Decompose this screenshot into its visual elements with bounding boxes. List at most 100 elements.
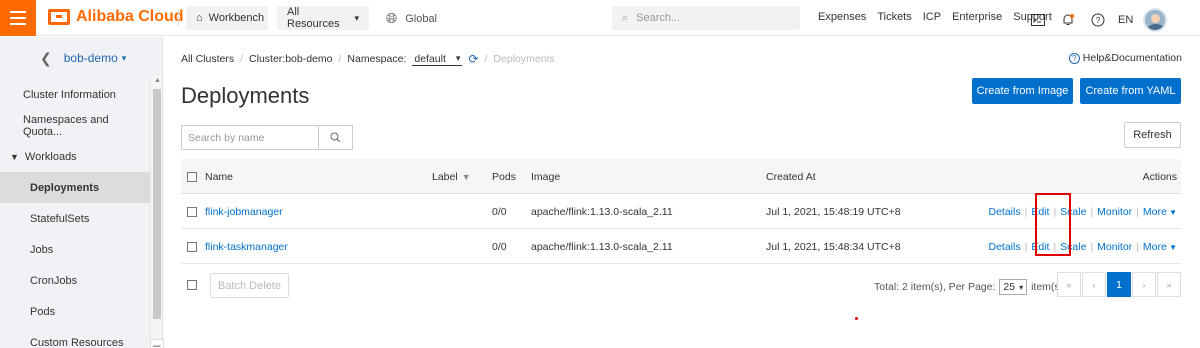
column-created-at: Created At bbox=[766, 170, 816, 183]
page-button-current[interactable]: 1 bbox=[1107, 272, 1131, 297]
scrollbar-thumb[interactable] bbox=[153, 89, 161, 319]
search-button[interactable] bbox=[318, 126, 352, 149]
create-from-image-button[interactable]: Create from Image bbox=[972, 78, 1073, 104]
deployment-name-link[interactable]: flink-jobmanager bbox=[205, 194, 283, 229]
column-label[interactable]: Label ▼ bbox=[432, 159, 471, 194]
details-link[interactable]: Details bbox=[989, 206, 1021, 218]
cluster-selector[interactable]: bob-demo ▾ bbox=[64, 51, 127, 65]
details-link[interactable]: Details bbox=[989, 241, 1021, 253]
menu-icon[interactable] bbox=[0, 0, 36, 36]
sidebar-item-custom-resources[interactable]: Custom Resources bbox=[0, 327, 150, 348]
image-name: apache/flink:1.13.0-scala_2.11 bbox=[531, 240, 673, 253]
sidebar-item-pods[interactable]: Pods bbox=[0, 296, 150, 327]
divider: | bbox=[1090, 205, 1094, 218]
create-from-yaml-button[interactable]: Create from YAML bbox=[1080, 78, 1181, 104]
sidebar-item-label: Pods bbox=[30, 305, 56, 318]
cursor-marker bbox=[855, 317, 858, 320]
language-selector[interactable]: EN bbox=[1118, 14, 1133, 26]
sidebar-item-statefulsets[interactable]: StatefulSets bbox=[0, 203, 150, 234]
last-page-button[interactable]: » bbox=[1157, 272, 1181, 297]
alibaba-cloud-logo[interactable]: Alibaba Cloud bbox=[48, 8, 184, 26]
checkbox[interactable] bbox=[187, 206, 197, 217]
sidebar-item-jobs[interactable]: Jobs bbox=[0, 234, 150, 265]
refresh-icon[interactable]: ⟳ bbox=[468, 52, 478, 66]
notification-bell-icon[interactable] bbox=[1058, 10, 1078, 30]
scroll-up-icon[interactable]: ▲ bbox=[154, 77, 161, 84]
per-page-select[interactable]: 25 ▾ bbox=[999, 279, 1028, 295]
filter-icon[interactable]: ▼ bbox=[462, 172, 471, 182]
divider: | bbox=[1090, 240, 1094, 253]
column-actions: Actions bbox=[1142, 170, 1177, 183]
brand-name: Alibaba Cloud bbox=[76, 8, 184, 25]
checkbox[interactable] bbox=[187, 241, 197, 252]
per-page-value: 25 bbox=[1003, 281, 1016, 293]
scale-link[interactable]: Scale bbox=[1060, 241, 1086, 253]
sidebar-collapse-icon[interactable]: ☰ bbox=[150, 339, 164, 348]
monitor-link[interactable]: Monitor bbox=[1097, 241, 1132, 253]
more-dropdown[interactable]: More ▼ bbox=[1143, 241, 1177, 253]
more-dropdown[interactable]: More ▼ bbox=[1143, 206, 1177, 218]
table-header: Name Label ▼ Pods Image Created At Actio… bbox=[181, 159, 1181, 194]
row-checkbox[interactable] bbox=[187, 194, 197, 229]
row-checkbox[interactable] bbox=[187, 229, 197, 264]
sidebar-scrollbar[interactable]: ▲ bbox=[150, 75, 162, 348]
help-icon[interactable]: ? bbox=[1088, 10, 1108, 30]
first-page-button[interactable]: « bbox=[1057, 272, 1081, 297]
expenses-link[interactable]: Expenses bbox=[818, 11, 866, 23]
back-arrow-icon[interactable]: ❮ bbox=[40, 50, 52, 67]
sidebar-item-cronjobs[interactable]: CronJobs bbox=[0, 265, 150, 296]
region-selector[interactable]: 🌐︎ Global bbox=[386, 10, 437, 27]
prev-page-button[interactable]: ‹ bbox=[1082, 272, 1106, 297]
pagination: « ‹ 1 › » bbox=[1057, 272, 1181, 297]
breadcrumb-separator: / bbox=[338, 53, 342, 65]
namespace-value: default bbox=[414, 52, 446, 65]
all-resources-label: All Resources bbox=[287, 6, 340, 30]
sidebar-item-label: Jobs bbox=[30, 243, 54, 256]
main-content: All Clusters / Cluster:bob-demo / Namesp… bbox=[181, 36, 1182, 348]
footer-select-all-checkbox[interactable] bbox=[187, 280, 197, 290]
select-all-checkbox[interactable] bbox=[187, 159, 197, 194]
icp-link[interactable]: ICP bbox=[923, 11, 941, 23]
total-items: Total: 2 item(s), Per Page: bbox=[874, 281, 996, 293]
breadcrumb: All Clusters / Cluster:bob-demo / Namesp… bbox=[181, 52, 555, 66]
all-resources-dropdown[interactable]: All Resources ▾ bbox=[277, 6, 369, 30]
deployment-name-link[interactable]: flink-taskmanager bbox=[205, 229, 288, 264]
alibaba-logo-icon bbox=[48, 9, 70, 25]
monitor-link[interactable]: Monitor bbox=[1097, 206, 1132, 218]
scale-link[interactable]: Scale bbox=[1060, 206, 1086, 218]
global-search-input[interactable]: ⌕ Search... bbox=[612, 6, 800, 30]
sidebar-item-cluster-information[interactable]: Cluster Information bbox=[0, 79, 150, 110]
sidebar-item-namespaces[interactable]: Namespaces and Quota... bbox=[0, 110, 150, 141]
image-name: apache/flink:1.13.0-scala_2.11 bbox=[531, 205, 673, 218]
breadcrumb-separator: / bbox=[240, 53, 244, 65]
batch-delete-button[interactable]: Batch Delete bbox=[210, 273, 289, 298]
sidebar: ❮ bob-demo ▾ Cluster Information Namespa… bbox=[0, 37, 164, 348]
checkbox[interactable] bbox=[187, 171, 197, 182]
sidebar-item-deployments[interactable]: Deployments bbox=[0, 172, 150, 203]
caret-down-icon: ▼ bbox=[10, 151, 19, 162]
search-by-name-input[interactable] bbox=[182, 126, 318, 149]
pods-count: 0/0 bbox=[492, 240, 507, 253]
breadcrumb-cluster[interactable]: Cluster:bob-demo bbox=[249, 53, 332, 65]
enterprise-link[interactable]: Enterprise bbox=[952, 11, 1002, 23]
namespace-select[interactable]: default ▾ bbox=[412, 52, 463, 66]
workbench-button[interactable]: ⌂ Workbench bbox=[186, 6, 268, 30]
sidebar-group-workloads[interactable]: ▼ Workloads bbox=[0, 141, 150, 172]
next-page-button[interactable]: › bbox=[1132, 272, 1156, 297]
terminal-icon[interactable] bbox=[1028, 10, 1048, 30]
breadcrumb-all-clusters[interactable]: All Clusters bbox=[181, 53, 234, 65]
edit-link[interactable]: Edit bbox=[1031, 206, 1049, 218]
chevron-down-icon: ▾ bbox=[1019, 282, 1024, 292]
breadcrumb-separator: / bbox=[484, 53, 488, 65]
row-actions: Details | Edit | Scale | Monitor | More ▼ bbox=[989, 229, 1178, 264]
sidebar-item-label: Deployments bbox=[30, 181, 100, 194]
sidebar-item-label: CronJobs bbox=[30, 274, 78, 287]
refresh-button[interactable]: Refresh bbox=[1124, 122, 1181, 148]
breadcrumb-current: Deployments bbox=[493, 53, 555, 65]
edit-link[interactable]: Edit bbox=[1031, 241, 1049, 253]
help-documentation-link[interactable]: ? Help&Documentation bbox=[1068, 52, 1182, 64]
avatar[interactable] bbox=[1143, 8, 1168, 32]
tickets-link[interactable]: Tickets bbox=[877, 11, 911, 23]
caret-down-icon: ▾ bbox=[121, 52, 127, 63]
more-label: More bbox=[1142, 240, 1167, 253]
